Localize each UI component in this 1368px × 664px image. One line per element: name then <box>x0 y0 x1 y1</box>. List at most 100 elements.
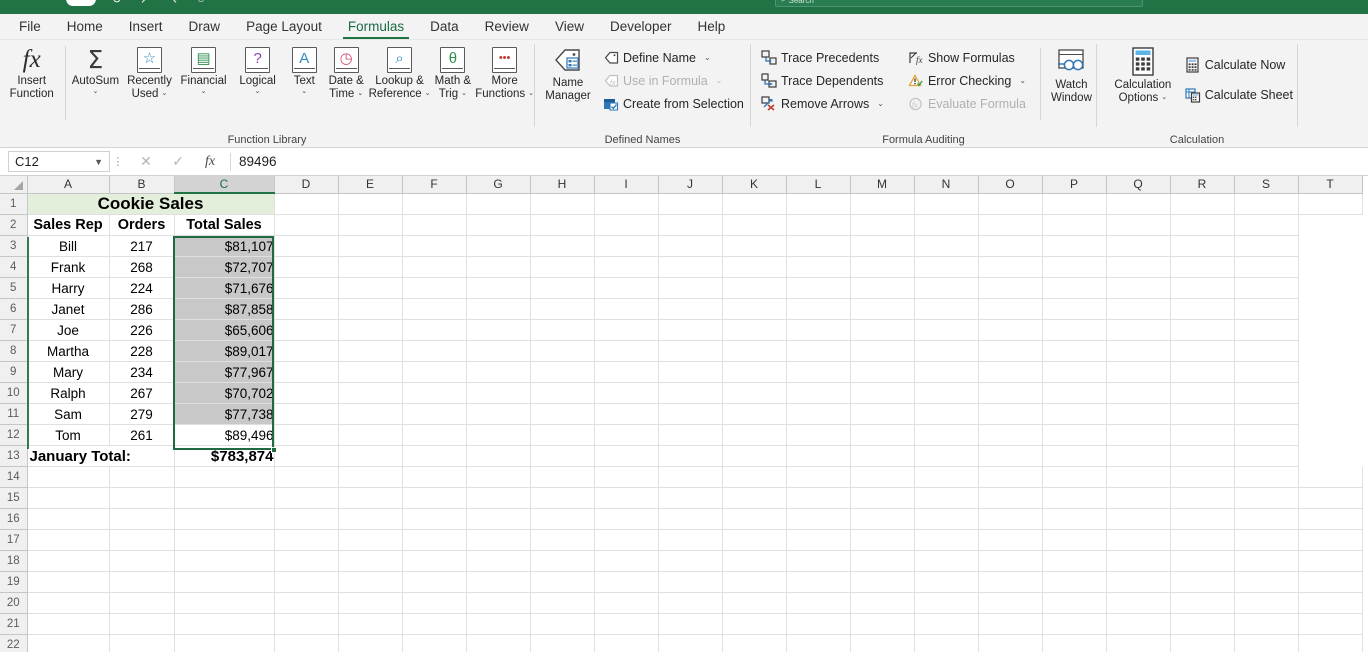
save-icon[interactable] <box>66 0 96 6</box>
cell-blank[interactable] <box>1298 529 1363 551</box>
column-header-row[interactable]: A B C D E F G H I J K L M N O P Q R S T <box>0 176 1363 194</box>
cell-blank[interactable] <box>850 571 915 593</box>
cell-blank[interactable] <box>1234 382 1299 404</box>
col-header-b[interactable]: B <box>109 176 175 194</box>
cell-blank[interactable] <box>1170 319 1235 341</box>
cell-blank[interactable] <box>338 403 403 425</box>
cell-blank[interactable] <box>914 445 979 467</box>
create-from-selection-button[interactable]: Create from Selection <box>599 92 748 115</box>
cell-blank[interactable] <box>1106 508 1171 530</box>
cell-total-value[interactable]: $783,874 <box>174 445 275 467</box>
chevron-down-icon[interactable]: ⌄ <box>877 99 884 108</box>
tab-insert[interactable]: Insert <box>116 14 176 39</box>
cell-blank[interactable] <box>1234 424 1299 446</box>
cell-blank[interactable] <box>466 445 531 467</box>
col-header-d[interactable]: D <box>274 176 339 194</box>
cell-blank[interactable] <box>1234 445 1299 467</box>
chevron-down-icon[interactable]: ⌄ <box>528 90 534 98</box>
cell-blank[interactable] <box>1170 256 1235 278</box>
cell-blank[interactable] <box>338 613 403 635</box>
cell-blank[interactable] <box>466 193 531 215</box>
col-header-i[interactable]: I <box>594 176 659 194</box>
cell-blank[interactable] <box>274 424 339 446</box>
cell-blank[interactable] <box>850 613 915 635</box>
cell-blank[interactable] <box>274 466 339 488</box>
cell-blank[interactable] <box>978 256 1043 278</box>
cell-blank[interactable] <box>914 403 979 425</box>
cell-blank[interactable] <box>978 613 1043 635</box>
cell-blank[interactable] <box>27 613 110 635</box>
cell-blank[interactable] <box>786 340 851 362</box>
cell-blank[interactable] <box>1234 466 1299 488</box>
cell-blank[interactable] <box>27 487 110 509</box>
cell-blank[interactable] <box>914 214 979 236</box>
cell-blank[interactable] <box>338 214 403 236</box>
cell-blank[interactable] <box>914 550 979 572</box>
calculate-sheet-button[interactable]: Calculate Sheet <box>1181 80 1297 110</box>
cell-blank[interactable] <box>978 466 1043 488</box>
cell-blank[interactable] <box>402 529 467 551</box>
cell-blank[interactable] <box>786 571 851 593</box>
cell-blank[interactable] <box>530 382 595 404</box>
cell-blank[interactable] <box>274 298 339 320</box>
cell-blank[interactable] <box>1234 550 1299 572</box>
cell-blank[interactable] <box>1298 466 1363 488</box>
col-header-o[interactable]: O <box>978 176 1043 194</box>
cell-blank[interactable] <box>850 193 915 215</box>
math-and-trig-button[interactable]: θ Math & Trig ⌄ <box>431 44 476 100</box>
tab-view[interactable]: View <box>542 14 597 39</box>
chevron-down-icon[interactable]: ⌄ <box>461 90 467 98</box>
row-header-11[interactable]: 11 <box>0 403 28 425</box>
cell-blank[interactable] <box>402 592 467 614</box>
tab-file[interactable]: File <box>6 14 54 39</box>
ribbon-tabs[interactable]: File Home Insert Draw Page Layout Formul… <box>0 14 1368 40</box>
cell-sales[interactable]: $72,707 <box>174 256 275 278</box>
cell-blank[interactable] <box>786 277 851 299</box>
cell-blank[interactable] <box>658 592 723 614</box>
cell-blank[interactable] <box>850 445 915 467</box>
cell-orders[interactable]: 217 <box>109 235 175 257</box>
row-header-8[interactable]: 8 <box>0 340 28 362</box>
cell-blank[interactable] <box>722 319 787 341</box>
cell-blank[interactable] <box>1234 592 1299 614</box>
cancel-icon[interactable]: ✕ <box>138 153 154 170</box>
cell-blank[interactable] <box>1042 277 1107 299</box>
cell-blank[interactable] <box>786 193 851 215</box>
cell-blank[interactable] <box>27 529 110 551</box>
cell-blank[interactable] <box>466 214 531 236</box>
cell-orders[interactable]: 261 <box>109 424 175 446</box>
cell-blank[interactable] <box>1042 298 1107 320</box>
cell-blank[interactable] <box>914 487 979 509</box>
cell-blank[interactable] <box>402 298 467 320</box>
cell-blank[interactable] <box>274 529 339 551</box>
cell-blank[interactable] <box>1106 613 1171 635</box>
cell-blank[interactable] <box>1106 634 1171 652</box>
col-header-h[interactable]: H <box>530 176 595 194</box>
cell-blank[interactable] <box>594 256 659 278</box>
row-header-20[interactable]: 20 <box>0 592 28 614</box>
cell-blank[interactable] <box>722 424 787 446</box>
chevron-down-icon[interactable]: ⌄ <box>161 90 167 98</box>
cell-blank[interactable] <box>338 340 403 362</box>
cell-blank[interactable] <box>402 235 467 257</box>
cell-blank[interactable] <box>274 382 339 404</box>
cell-blank[interactable] <box>402 487 467 509</box>
cell-blank[interactable] <box>594 424 659 446</box>
cell-blank[interactable] <box>658 193 723 215</box>
logical-button[interactable]: ? Logical ⌄ <box>231 44 285 96</box>
cell-blank[interactable] <box>594 319 659 341</box>
tab-review[interactable]: Review <box>472 14 542 39</box>
cell-blank[interactable] <box>1106 193 1171 215</box>
cell-blank[interactable] <box>174 613 275 635</box>
cell-blank[interactable] <box>338 256 403 278</box>
cell-orders[interactable]: 286 <box>109 298 175 320</box>
cell-blank[interactable] <box>530 361 595 383</box>
cell-blank[interactable] <box>1042 445 1107 467</box>
cell-blank[interactable] <box>338 277 403 299</box>
cell-blank[interactable] <box>109 508 175 530</box>
cell-blank[interactable] <box>1042 235 1107 257</box>
cell-blank[interactable] <box>402 571 467 593</box>
cell-rep[interactable]: Ralph <box>27 382 110 404</box>
cell-blank[interactable] <box>594 592 659 614</box>
cell-blank[interactable] <box>914 277 979 299</box>
